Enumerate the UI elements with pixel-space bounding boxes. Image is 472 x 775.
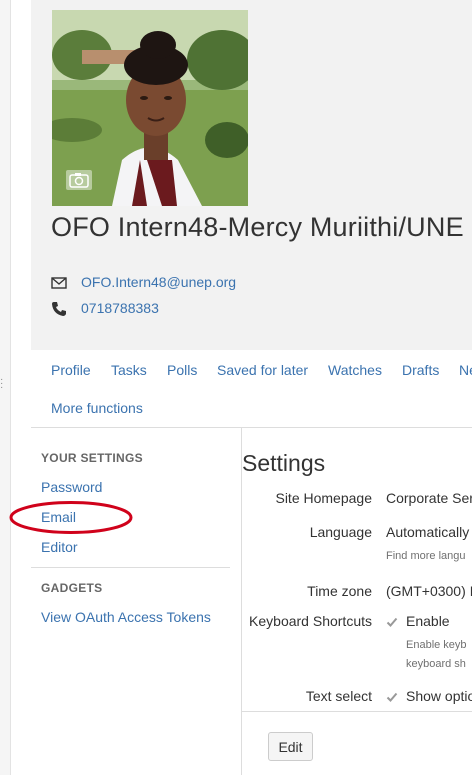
keyboard-shortcuts-label: Keyboard Shortcuts <box>249 613 372 629</box>
email-link[interactable]: OFO.Intern48@unep.org <box>81 274 236 290</box>
phone-icon <box>51 300 69 318</box>
edit-button[interactable]: Edit <box>268 732 313 761</box>
phone-contact: 0718788383 <box>51 300 271 318</box>
settings-title: Settings <box>242 450 326 476</box>
camera-icon[interactable] <box>66 170 92 190</box>
nav-saved-for-later[interactable]: Saved for later <box>217 362 308 378</box>
site-homepage-value: Corporate Ser <box>386 490 472 506</box>
nav-profile[interactable]: Profile <box>51 362 91 378</box>
phone-link[interactable]: 0718788383 <box>81 300 159 316</box>
time-zone-value: (GMT+0300) I <box>386 583 472 599</box>
nav-divider <box>31 427 472 428</box>
envelope-icon <box>51 274 69 292</box>
sidebar-divider <box>31 567 230 568</box>
nav-tasks[interactable]: Tasks <box>111 362 147 378</box>
more-functions-link[interactable]: More functions <box>51 400 143 416</box>
time-zone-label: Time zone <box>307 583 372 599</box>
annotation-ellipse <box>9 501 133 534</box>
nav-drafts[interactable]: Drafts <box>402 362 439 378</box>
nav-watches[interactable]: Watches <box>328 362 382 378</box>
your-settings-heading: YOUR SETTINGS <box>41 451 143 465</box>
text-select-value: Show optio <box>406 688 472 704</box>
checkmark-icon <box>386 615 398 627</box>
settings-divider <box>242 711 472 712</box>
language-label: Language <box>309 524 372 540</box>
column-divider <box>241 427 242 775</box>
language-value: Automatically <box>386 524 470 540</box>
email-contact: OFO.Intern48@unep.org <box>51 274 271 292</box>
keyboard-shortcuts-hint-2: keyboard sh <box>406 658 466 670</box>
drag-handle-icon[interactable]: · · · <box>0 375 3 393</box>
checkmark-icon <box>386 690 398 702</box>
nav-network[interactable]: Ne <box>459 362 472 378</box>
sidebar-item-oauth-tokens[interactable]: View OAuth Access Tokens <box>41 609 211 625</box>
keyboard-shortcuts-value: Enable <box>406 613 450 629</box>
text-select-label: Text select <box>305 688 372 704</box>
keyboard-shortcuts-hint-1: Enable keyb <box>406 639 467 651</box>
nav-polls[interactable]: Polls <box>167 362 197 378</box>
profile-name: OFO Intern48-Mercy Muriithi/UNE <box>51 212 464 242</box>
sidebar-item-editor[interactable]: Editor <box>41 539 78 555</box>
gadgets-heading: GADGETS <box>41 581 103 595</box>
sidebar-item-password[interactable]: Password <box>41 479 102 495</box>
language-hint-link[interactable]: Find more langu <box>386 548 466 565</box>
site-homepage-label: Site Homepage <box>275 490 372 506</box>
profile-nav: Profile Tasks Polls Saved for later Watc… <box>51 362 472 380</box>
